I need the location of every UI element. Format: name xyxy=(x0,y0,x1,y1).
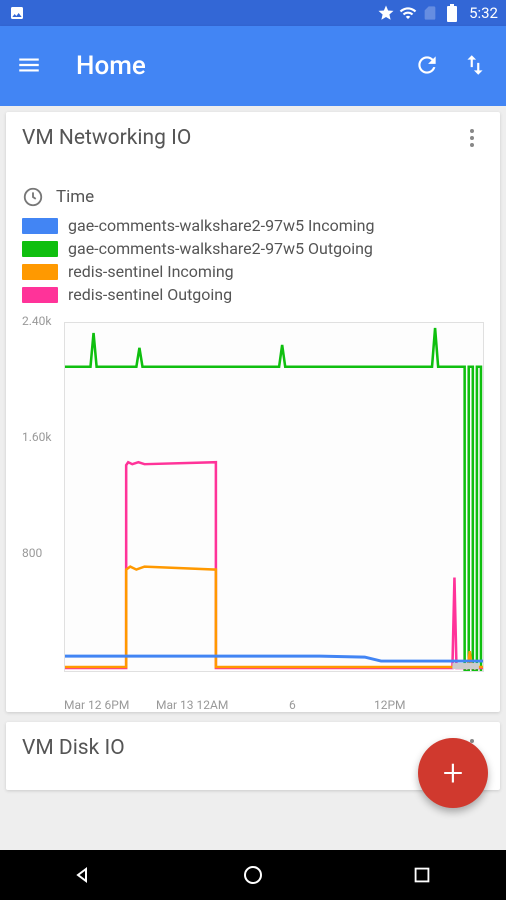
y-tick: 2.40k xyxy=(22,314,51,328)
page-title: Home xyxy=(76,51,394,81)
home-button[interactable] xyxy=(213,855,293,895)
menu-button[interactable] xyxy=(16,52,44,80)
system-nav-bar xyxy=(0,850,506,900)
legend-swatch xyxy=(22,264,58,280)
add-fab[interactable]: + xyxy=(418,738,488,808)
card-menu-button[interactable] xyxy=(460,126,484,150)
battery-icon xyxy=(443,4,461,22)
picture-icon xyxy=(8,4,26,22)
legend-swatch xyxy=(22,241,58,257)
sim-icon xyxy=(421,4,439,22)
y-tick: 800 xyxy=(22,546,42,560)
y-tick: 1.60k xyxy=(22,430,51,444)
time-label: Time xyxy=(56,187,94,207)
app-bar: Home xyxy=(0,26,506,106)
chart-plot[interactable] xyxy=(64,322,484,672)
legend-swatch xyxy=(22,218,58,234)
status-bar: 5:32 xyxy=(0,0,506,26)
legend-swatch xyxy=(22,287,58,303)
legend-item: gae-comments-walkshare2-97w5 Outgoing xyxy=(22,239,484,258)
x-tick: Mar 13 12AM xyxy=(156,698,228,712)
chart-legend: gae-comments-walkshare2-97w5 Incoming ga… xyxy=(22,216,484,304)
back-button[interactable] xyxy=(44,855,124,895)
recents-button[interactable] xyxy=(382,855,462,895)
clock-icon xyxy=(22,186,44,208)
plus-icon: + xyxy=(443,752,463,794)
legend-label: gae-comments-walkshare2-97w5 Outgoing xyxy=(68,239,373,258)
content-area: VM Networking IO Time gae-comments-walks… xyxy=(0,106,506,850)
legend-item: redis-sentinel Incoming xyxy=(22,262,484,281)
legend-label: redis-sentinel Outgoing xyxy=(68,285,232,304)
time-row: Time xyxy=(22,186,484,208)
status-time: 5:32 xyxy=(469,4,498,22)
x-tick: Mar 12 6PM xyxy=(64,698,129,712)
card-title: VM Networking IO xyxy=(22,126,191,150)
legend-item: redis-sentinel Outgoing xyxy=(22,285,484,304)
legend-item: gae-comments-walkshare2-97w5 Incoming xyxy=(22,216,484,235)
x-tick: 12PM xyxy=(374,698,406,712)
card-title: VM Disk IO xyxy=(22,736,125,760)
legend-label: gae-comments-walkshare2-97w5 Incoming xyxy=(68,216,374,235)
star-icon xyxy=(377,4,395,22)
card-vm-networking: VM Networking IO Time gae-comments-walks… xyxy=(6,112,500,712)
sort-button[interactable] xyxy=(462,52,490,80)
chart-area: 2.40k 1.60k 800 Mar xyxy=(22,314,484,704)
x-tick: 6 xyxy=(289,698,296,712)
wifi-icon xyxy=(399,4,417,22)
refresh-button[interactable] xyxy=(414,52,442,80)
legend-label: redis-sentinel Incoming xyxy=(68,262,234,281)
